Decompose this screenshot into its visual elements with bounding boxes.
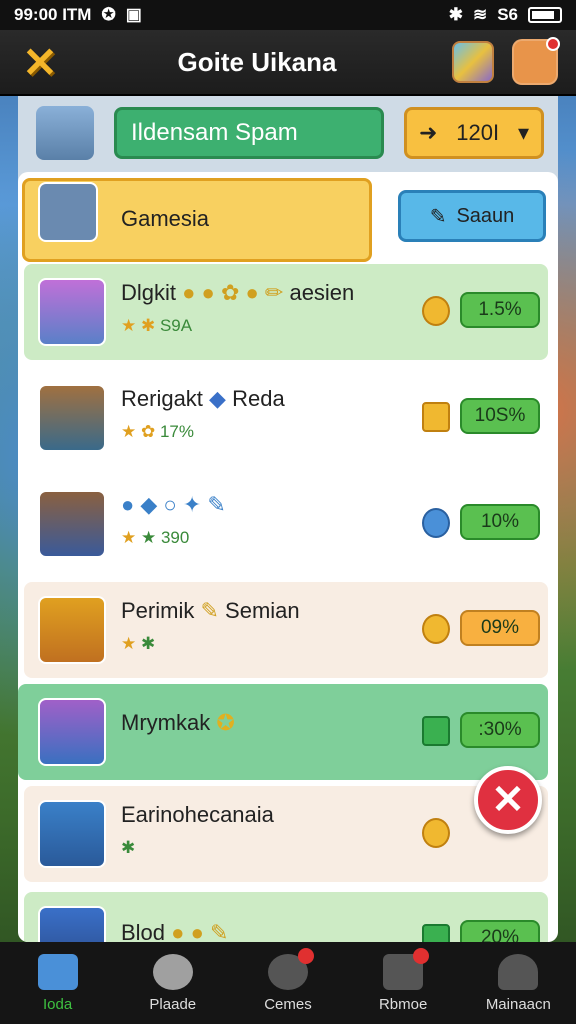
player-icon	[152, 953, 193, 990]
nav-label: Mainaacn	[485, 995, 551, 1013]
nav-label: Rbmoe	[378, 995, 428, 1013]
controls-row: Ildensam Spam ➜ 120I ▾	[36, 100, 544, 166]
row-avatar	[38, 490, 106, 558]
arrow-right-icon: ➜	[419, 120, 438, 145]
inventory-cube-icon[interactable]	[452, 41, 494, 83]
badge	[413, 947, 430, 964]
list-item[interactable]: Mrymkak ✪ :30%	[18, 684, 558, 780]
row-name: Perimik ✎ Semian	[121, 598, 300, 623]
green-gem-icon	[422, 924, 450, 942]
nav-label: Cemes	[264, 995, 312, 1013]
row-percent: 10%	[460, 504, 540, 540]
list-item[interactable]: ● ◆ ○ ✦ ✎ ★ ★ 390 10%	[18, 476, 558, 572]
row-avatar	[38, 698, 106, 766]
top-bar: ✕ Goite Uikana	[0, 30, 576, 96]
row-name: Rerigakt ◆ Reda	[121, 386, 285, 411]
name-field[interactable]: Ildensam Spam	[114, 107, 384, 159]
amount-value: 120I	[456, 120, 500, 145]
pencil-icon: ✎	[200, 598, 219, 623]
game-row-name: Gamesia	[121, 206, 210, 231]
network-label: S6	[497, 5, 518, 24]
game-row-button[interactable]: ✎ Saaun	[398, 190, 546, 242]
coin-icon	[422, 296, 450, 326]
user-icon	[498, 953, 539, 990]
row-avatar	[38, 800, 106, 868]
green-gem-icon	[422, 716, 450, 746]
row-sub: ✱	[121, 838, 136, 857]
item-icons: ● ◆ ○ ✦ ✎	[121, 492, 226, 517]
row-sub: ★ ★ 390	[121, 528, 190, 547]
row-percent: :30%	[460, 712, 540, 748]
row-sub: ★ ✱ S9A	[121, 316, 193, 335]
bottom-nav: Ioda Plaade Cemes Rbmoe Mainaacn	[0, 942, 576, 1024]
edit-icon: ✎	[429, 205, 447, 228]
nav-label: Plaade	[149, 995, 197, 1013]
game-row[interactable]: Gamesia ✎ Saaun	[18, 178, 558, 274]
player-avatar[interactable]	[36, 106, 94, 160]
nav-label: Ioda	[42, 995, 73, 1013]
shield-icon: ◆	[209, 386, 226, 411]
nav-item-tasks[interactable]: Rbmoe	[348, 947, 458, 1013]
coin-icon	[422, 818, 450, 848]
row-percent: 10S%	[460, 398, 540, 434]
bluetooth-icon: ✱	[448, 5, 463, 24]
page-title: Goite Uikana	[177, 46, 337, 77]
notification-dot	[546, 37, 560, 51]
notification-icon: ✪	[101, 5, 116, 24]
row-avatar	[38, 906, 106, 942]
profile-avatar[interactable]	[512, 37, 560, 85]
status-bar: 99:00 ITM ✪ ▣ ✱ ≋ S6	[0, 0, 576, 30]
row-avatar	[38, 278, 106, 346]
row-name: Mrymkak ✪	[121, 710, 235, 735]
nav-item-players[interactable]: Plaade	[118, 953, 228, 1013]
row-sub: ★ ✿ 17%	[121, 422, 194, 441]
game-avatar	[38, 182, 98, 242]
list-item[interactable]: Rerigakt ◆ Reda ★ ✿ 17% 10S%	[18, 370, 558, 466]
game-row-button-label: Saaun	[456, 204, 515, 227]
amount-select[interactable]: ➜ 120I ▾	[404, 107, 544, 159]
nav-item-games[interactable]: Cemes	[233, 947, 343, 1013]
row-avatar	[38, 384, 106, 452]
row-sub: ★ ✱	[121, 634, 156, 653]
gear-icon	[267, 947, 314, 990]
row-name: Earinohecanaia	[121, 802, 274, 827]
home-icon	[37, 953, 78, 990]
wifi-icon: ≋	[472, 5, 488, 24]
chevron-down-icon: ▾	[517, 120, 529, 145]
coin-icon	[422, 614, 450, 644]
app-icon: ▣	[125, 5, 142, 24]
row-percent: 1.5%	[460, 292, 540, 328]
list-item[interactable]: Blod ● ● ✎ 20%	[18, 892, 558, 942]
row-name: Dlgkit ● ● ✿ ● ✏ aesien	[121, 280, 355, 305]
player-list: Gamesia ✎ Saaun Dlgkit ● ● ✿ ● ✏ aesien …	[18, 172, 558, 942]
list-item[interactable]: Perimik ✎ Semian ★ ✱ 09%	[18, 582, 558, 678]
blue-gem-icon	[422, 508, 450, 538]
list-item[interactable]: Dlgkit ● ● ✿ ● ✏ aesien ★ ✱ S9A 1.5%	[18, 264, 558, 360]
emoji-icons: ● ● ✎	[171, 920, 229, 942]
star-badge-icon: ✪	[216, 710, 235, 735]
close-button[interactable]: ✕	[474, 766, 542, 834]
row-percent: 20%	[460, 920, 540, 942]
nav-item-home[interactable]: Ioda	[3, 953, 113, 1013]
nav-item-profile[interactable]: Mainaacn	[463, 953, 573, 1013]
emoji-icons: ● ● ✿ ● ✏	[182, 280, 284, 305]
row-name: ● ◆ ○ ✦ ✎	[121, 492, 226, 518]
row-percent: 09%	[460, 610, 540, 646]
badge	[297, 947, 314, 964]
close-icon[interactable]: ✕	[18, 39, 62, 86]
row-name: Blod ● ● ✎	[121, 920, 228, 942]
status-time: 99:00 ITM	[14, 5, 92, 24]
row-avatar	[38, 596, 106, 664]
checkbox-icon	[383, 947, 430, 990]
battery-icon	[528, 7, 562, 23]
shield-gold-icon	[422, 402, 450, 432]
